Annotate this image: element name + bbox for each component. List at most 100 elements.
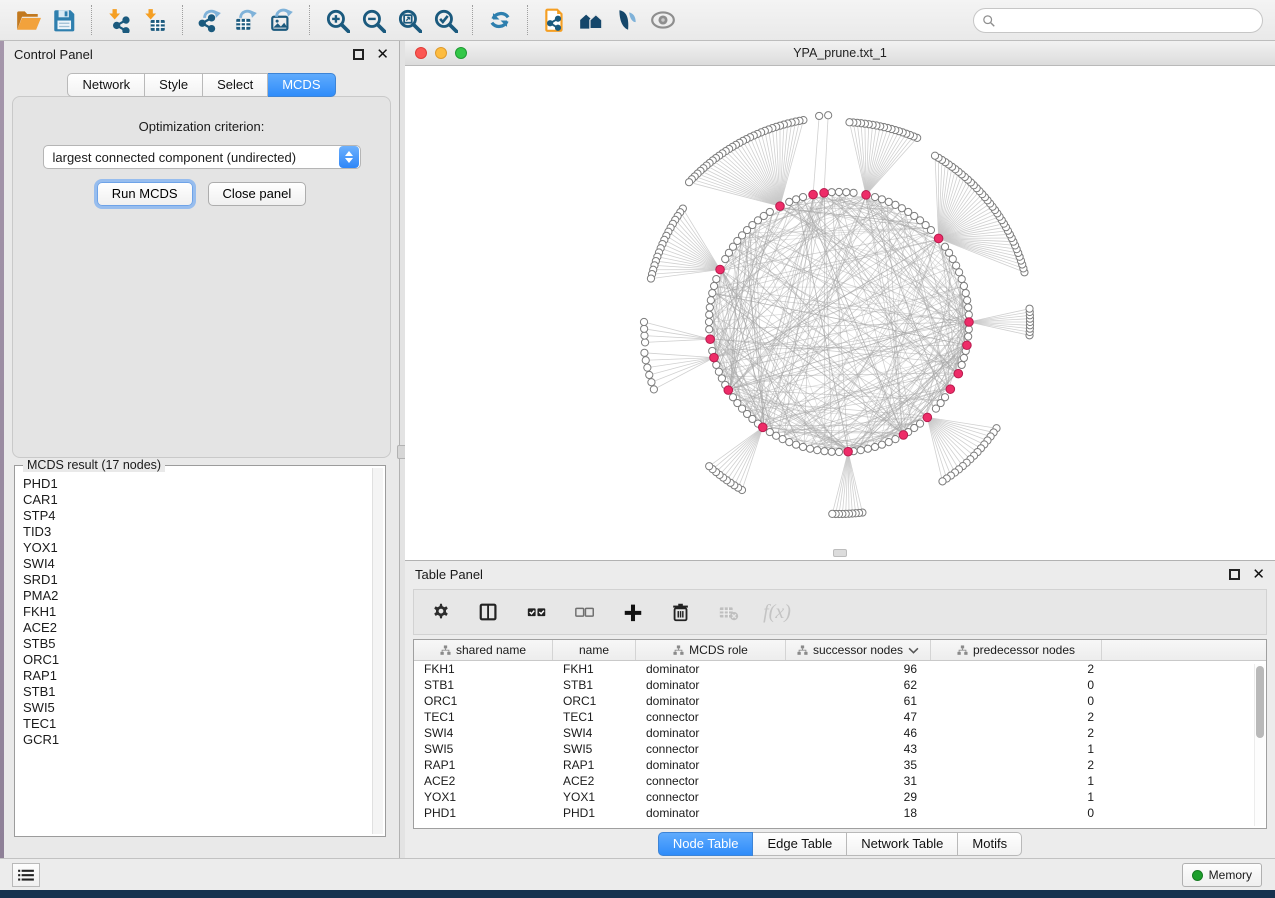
- cell-MCDS-role[interactable]: connector: [636, 774, 786, 788]
- cell-shared-name[interactable]: FKH1: [414, 662, 553, 676]
- cell-MCDS-role[interactable]: dominator: [636, 758, 786, 772]
- new-network-from-selection-button[interactable]: [537, 3, 573, 37]
- table-row-TEC1[interactable]: TEC1TEC1connector472: [414, 709, 1266, 725]
- cell-shared-name[interactable]: RAP1: [414, 758, 553, 772]
- table-row-STB1[interactable]: STB1STB1dominator620: [414, 677, 1266, 693]
- cell-predecessor-nodes[interactable]: 0: [931, 806, 1102, 820]
- zoom-fit-button[interactable]: [391, 3, 427, 37]
- cell-predecessor-nodes[interactable]: 0: [931, 678, 1102, 692]
- cell-successor-nodes[interactable]: 43: [786, 742, 931, 756]
- mcds-result-item[interactable]: SWI5: [23, 700, 371, 716]
- table-row-SWI5[interactable]: SWI5SWI5connector431: [414, 741, 1266, 757]
- table-float-panel-icon[interactable]: [1229, 569, 1240, 580]
- graphics-details-button[interactable]: [609, 3, 645, 37]
- cell-predecessor-nodes[interactable]: 2: [931, 726, 1102, 740]
- cell-successor-nodes[interactable]: 18: [786, 806, 931, 820]
- mcds-result-item[interactable]: TID3: [23, 524, 371, 540]
- cell-name[interactable]: STB1: [553, 678, 636, 692]
- cell-shared-name[interactable]: STB1: [414, 678, 553, 692]
- table-row-ACE2[interactable]: ACE2ACE2connector311: [414, 773, 1266, 789]
- cell-shared-name[interactable]: ORC1: [414, 694, 553, 708]
- import-network-button[interactable]: [101, 3, 137, 37]
- cell-predecessor-nodes[interactable]: 1: [931, 742, 1102, 756]
- mcds-list-scrollbar[interactable]: [372, 468, 383, 834]
- zoom-in-button[interactable]: [319, 3, 355, 37]
- optimization-criterion-select[interactable]: largest connected component (undirected): [43, 145, 361, 169]
- cell-MCDS-role[interactable]: dominator: [636, 694, 786, 708]
- cell-predecessor-nodes[interactable]: 1: [931, 774, 1102, 788]
- tab-edge-table[interactable]: Edge Table: [753, 832, 847, 856]
- mcds-result-item[interactable]: STP4: [23, 508, 371, 524]
- create-column-button[interactable]: [620, 599, 646, 625]
- toggle-column-panel-button[interactable]: [476, 599, 502, 625]
- float-panel-icon[interactable]: [353, 49, 364, 60]
- cell-name[interactable]: SWI4: [553, 726, 636, 740]
- save-session-button[interactable]: [46, 3, 82, 37]
- column-filter-chevron-icon[interactable]: [908, 645, 919, 656]
- table-row-ORC1[interactable]: ORC1ORC1dominator610: [414, 693, 1266, 709]
- cell-name[interactable]: SWI5: [553, 742, 636, 756]
- horizontal-splitter-handle[interactable]: [833, 549, 847, 557]
- search-box[interactable]: [973, 8, 1263, 33]
- cell-shared-name[interactable]: SWI5: [414, 742, 553, 756]
- cell-name[interactable]: FKH1: [553, 662, 636, 676]
- table-scrollbar-thumb[interactable]: [1256, 666, 1264, 738]
- table-row-RAP1[interactable]: RAP1RAP1dominator352: [414, 757, 1266, 773]
- cell-predecessor-nodes[interactable]: 1: [931, 790, 1102, 804]
- tab-mcds[interactable]: MCDS: [268, 73, 335, 97]
- first-neighbors-button[interactable]: [573, 3, 609, 37]
- apply-layout-button[interactable]: [482, 3, 518, 37]
- cell-successor-nodes[interactable]: 31: [786, 774, 931, 788]
- import-table-button[interactable]: [137, 3, 173, 37]
- mcds-result-item[interactable]: GCR1: [23, 732, 371, 748]
- mcds-result-item[interactable]: YOX1: [23, 540, 371, 556]
- export-table-button[interactable]: [228, 3, 264, 37]
- cell-MCDS-role[interactable]: dominator: [636, 678, 786, 692]
- select-all-checkboxes-button[interactable]: [524, 599, 550, 625]
- cell-shared-name[interactable]: SWI4: [414, 726, 553, 740]
- tab-style[interactable]: Style: [145, 73, 203, 97]
- column-header-name[interactable]: name: [553, 640, 636, 660]
- table-scrollbar[interactable]: [1254, 664, 1265, 826]
- cell-shared-name[interactable]: YOX1: [414, 790, 553, 804]
- mcds-result-item[interactable]: SWI4: [23, 556, 371, 572]
- delete-columns-button[interactable]: [668, 599, 694, 625]
- memory-button[interactable]: Memory: [1182, 863, 1262, 887]
- cell-shared-name[interactable]: PHD1: [414, 806, 553, 820]
- open-session-button[interactable]: [10, 3, 46, 37]
- show-panels-list-button[interactable]: [12, 863, 40, 887]
- cell-predecessor-nodes[interactable]: 2: [931, 710, 1102, 724]
- table-row-YOX1[interactable]: YOX1YOX1connector291: [414, 789, 1266, 805]
- tab-motifs[interactable]: Motifs: [958, 832, 1022, 856]
- run-mcds-button[interactable]: Run MCDS: [97, 182, 193, 206]
- tab-network-table[interactable]: Network Table: [847, 832, 958, 856]
- column-header-shared-name[interactable]: shared name: [414, 640, 553, 660]
- mcds-result-item[interactable]: FKH1: [23, 604, 371, 620]
- table-row-PHD1[interactable]: PHD1PHD1dominator180: [414, 805, 1266, 821]
- table-row-FKH1[interactable]: FKH1FKH1dominator962: [414, 661, 1266, 677]
- cell-MCDS-role[interactable]: dominator: [636, 726, 786, 740]
- mcds-result-item[interactable]: TEC1: [23, 716, 371, 732]
- cell-name[interactable]: PHD1: [553, 806, 636, 820]
- mcds-result-item[interactable]: PHD1: [23, 476, 371, 492]
- mcds-result-item[interactable]: PMA2: [23, 588, 371, 604]
- cell-successor-nodes[interactable]: 96: [786, 662, 931, 676]
- cell-name[interactable]: YOX1: [553, 790, 636, 804]
- tab-network[interactable]: Network: [67, 73, 145, 97]
- zoom-out-button[interactable]: [355, 3, 391, 37]
- cell-successor-nodes[interactable]: 62: [786, 678, 931, 692]
- cell-name[interactable]: RAP1: [553, 758, 636, 772]
- cell-MCDS-role[interactable]: connector: [636, 790, 786, 804]
- deselect-all-checkboxes-button[interactable]: [572, 599, 598, 625]
- cell-successor-nodes[interactable]: 29: [786, 790, 931, 804]
- table-options-gear-button[interactable]: [428, 599, 454, 625]
- column-header-successor-nodes[interactable]: successor nodes: [786, 640, 931, 660]
- tab-node-table[interactable]: Node Table: [658, 832, 754, 856]
- mcds-result-item[interactable]: ORC1: [23, 652, 371, 668]
- cell-predecessor-nodes[interactable]: 2: [931, 662, 1102, 676]
- cell-shared-name[interactable]: ACE2: [414, 774, 553, 788]
- close-panel-button[interactable]: Close panel: [208, 182, 307, 206]
- column-header-MCDS-role[interactable]: MCDS role: [636, 640, 786, 660]
- cell-MCDS-role[interactable]: dominator: [636, 662, 786, 676]
- cell-successor-nodes[interactable]: 35: [786, 758, 931, 772]
